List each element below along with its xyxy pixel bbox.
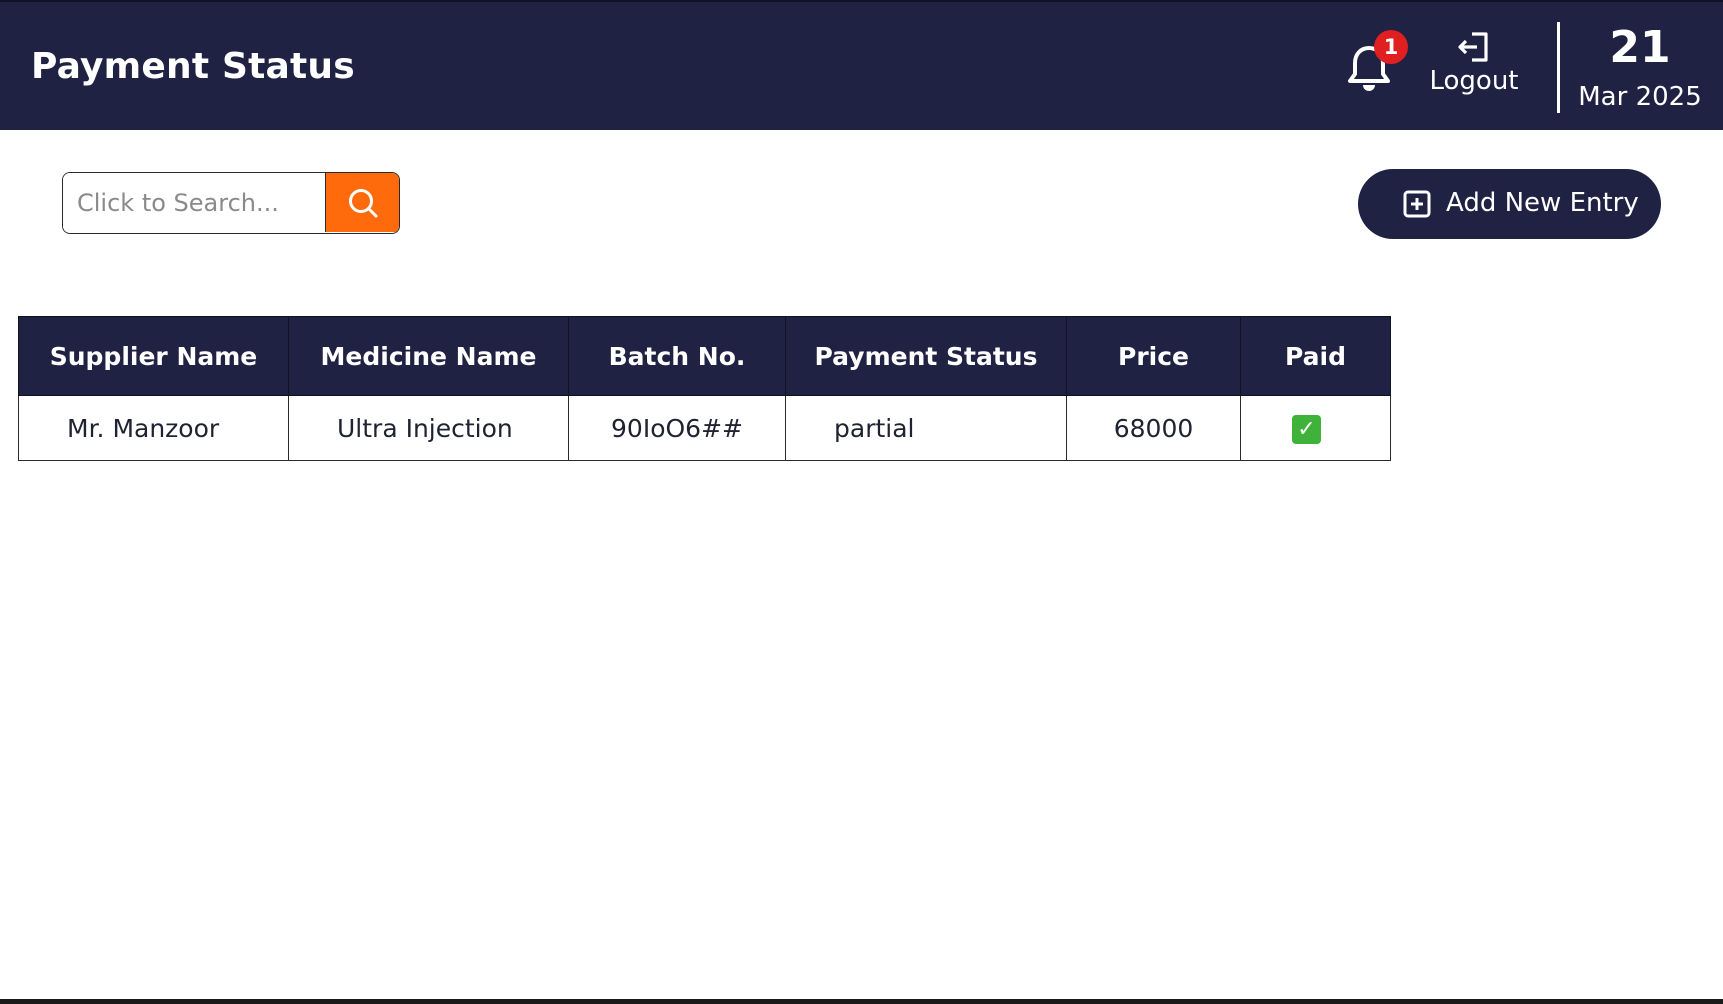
search-button[interactable]: [325, 173, 399, 232]
column-header-payment-status[interactable]: Payment Status: [785, 316, 1067, 396]
column-header-batch-no[interactable]: Batch No.: [568, 316, 786, 396]
cell-supplier-name: Mr. Manzoor: [18, 395, 289, 461]
column-header-price[interactable]: Price: [1066, 316, 1241, 396]
table-row[interactable]: Mr. Manzoor Ultra Injection 90IoO6## par…: [18, 395, 1391, 461]
date-month-year: Mar 2025: [1578, 82, 1702, 112]
logout-label: Logout: [1429, 66, 1519, 96]
table-header-row: Supplier Name Medicine Name Batch No. Pa…: [18, 316, 1391, 396]
cell-batch-no: 90IoO6##: [568, 395, 786, 461]
header-divider: [1557, 22, 1560, 113]
cell-price: 68000: [1066, 395, 1241, 461]
search-box: [62, 172, 400, 234]
search-input[interactable]: [63, 173, 325, 232]
search-icon: [349, 189, 378, 218]
payment-table: Supplier Name Medicine Name Batch No. Pa…: [18, 316, 1391, 461]
logout-icon: [1458, 32, 1488, 62]
date-day: 21: [1609, 22, 1671, 73]
cell-paid: ✓: [1240, 395, 1391, 461]
bottom-border: [0, 999, 1723, 1004]
notifications-button[interactable]: 1: [1344, 30, 1408, 96]
check-mark-icon: ✓: [1292, 414, 1321, 444]
add-new-entry-label: Add New Entry: [1446, 188, 1639, 218]
page-title: Payment Status: [31, 46, 355, 87]
cell-payment-status: partial: [785, 395, 1067, 461]
cell-medicine-name: Ultra Injection: [288, 395, 569, 461]
top-header: Payment Status 1 Logout 21 Mar 2025: [0, 0, 1723, 130]
column-header-paid[interactable]: Paid: [1240, 316, 1391, 396]
add-new-entry-button[interactable]: Add New Entry: [1358, 169, 1661, 239]
plus-square-icon: [1403, 190, 1431, 218]
logout-button[interactable]: Logout: [1428, 30, 1520, 110]
column-header-supplier-name[interactable]: Supplier Name: [18, 316, 289, 396]
column-header-medicine-name[interactable]: Medicine Name: [288, 316, 569, 396]
notification-badge: 1: [1374, 30, 1408, 64]
